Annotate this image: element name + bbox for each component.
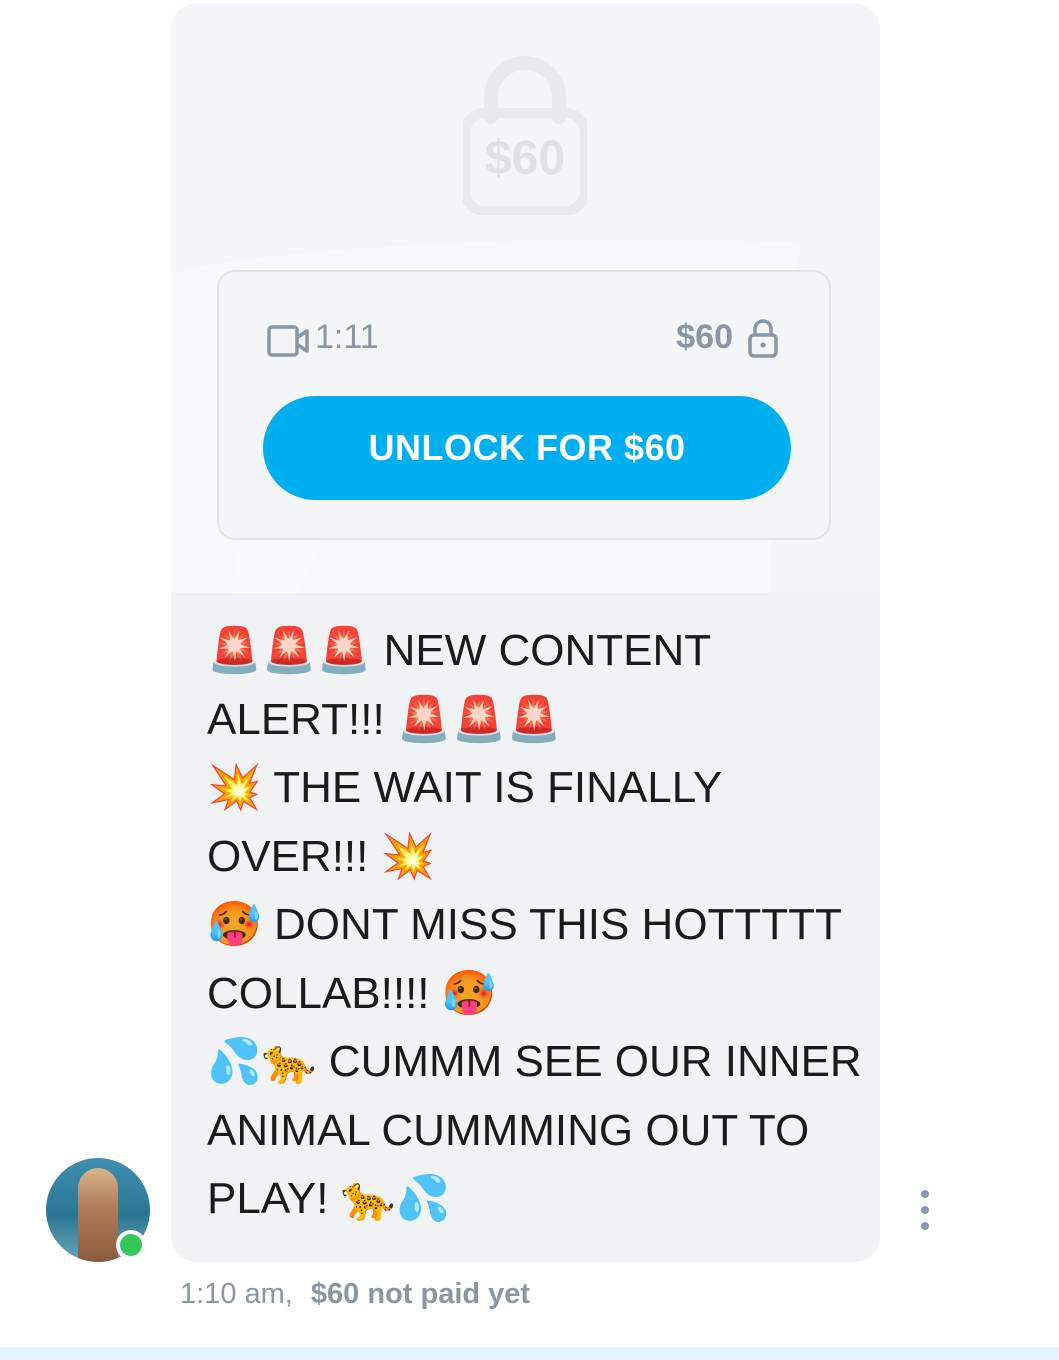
unlock-button[interactable]: UNLOCK FOR $60: [263, 396, 791, 500]
message-line: ALERT!!! 🚨🚨🚨: [207, 694, 562, 744]
payment-status: $60 not paid yet: [310, 1278, 531, 1310]
media-info-card: 1:11 $60 UNLOCK FOR $60: [217, 270, 831, 540]
message-line: 💥 THE WAIT IS FINALLY: [207, 763, 723, 812]
online-status-indicator: [116, 1230, 146, 1260]
avatar-figure: [78, 1168, 118, 1262]
message-line: OVER!!! 💥: [207, 831, 436, 881]
more-options-icon[interactable]: [912, 1190, 938, 1230]
message-line: COLLAB!!!! 🥵: [207, 968, 497, 1018]
message-meta: 1:10 am, $60 not paid yet: [180, 1278, 530, 1311]
video-duration: 1:11: [315, 318, 379, 356]
message-line: 🚨🚨🚨 NEW CONTENT: [207, 626, 712, 675]
dot: [921, 1206, 929, 1214]
locked-price-overlay: $60: [484, 132, 566, 185]
dot: [921, 1222, 929, 1230]
composer-edge: [0, 1347, 1059, 1360]
message-line: 💦🐆 CUMMM SEE OUR INNER: [207, 1037, 862, 1086]
message-bubble: $60 1:11 $60 UNLOCK FOR $60 🚨🚨🚨 NEW CONT…: [171, 3, 880, 1262]
media-price: $60: [676, 318, 733, 356]
message-line: PLAY! 🐆💦: [207, 1174, 451, 1223]
lock-icon: [748, 319, 778, 358]
message-line: 🥵 DONT MISS THIS HOTTTTT: [207, 900, 842, 949]
video-icon: [267, 325, 309, 357]
locked-media-preview[interactable]: $60 1:11 $60 UNLOCK FOR $60: [171, 3, 880, 593]
message-text: 🚨🚨🚨 NEW CONTENT ALERT!!! 🚨🚨🚨 💥 THE WAIT …: [207, 617, 867, 1234]
dot: [921, 1190, 929, 1198]
message-timestamp: 1:10 am,: [180, 1278, 293, 1310]
message-line: ANIMAL CUMMMING OUT TO: [207, 1105, 810, 1155]
